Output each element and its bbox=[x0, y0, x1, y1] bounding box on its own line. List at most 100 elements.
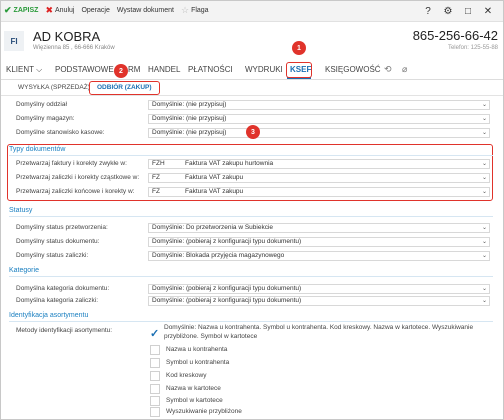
document-status-select[interactable]: Domyślnie: (pobieraj z konfiguracji typu… bbox=[148, 237, 490, 247]
callout-badge-1: 1 bbox=[292, 41, 306, 55]
history-icon[interactable]: ⟲ bbox=[384, 64, 392, 75]
default-branch-label: Domyślny oddział bbox=[16, 101, 67, 108]
chevron-down-icon: ⌄ bbox=[481, 286, 487, 292]
section-divider bbox=[9, 155, 493, 156]
advance-status-select[interactable]: Domyślnie: Blokada przyjęcia magazynoweg… bbox=[148, 251, 490, 261]
close-icon: ✖ bbox=[45, 5, 53, 15]
document-category-label: Domyślna kategoria dokumentu: bbox=[16, 285, 110, 292]
chevron-down-icon: ⌄ bbox=[481, 116, 487, 122]
invoices-process-label: Przetwarzaj faktury i korekty zwykłe w: bbox=[16, 160, 127, 167]
partial-advances-select[interactable]: FZ Faktura VAT zakupu ⌄ bbox=[148, 173, 490, 183]
subtab-sales[interactable]: WYSYŁKA (SPRZEDAŻ) bbox=[18, 84, 90, 91]
attachment-icon[interactable]: ⌀ bbox=[402, 64, 407, 75]
tab-podstawowe[interactable]: PODSTAWOWE bbox=[55, 65, 114, 74]
chevron-down-icon: ⌄ bbox=[481, 175, 487, 181]
section-identification: Identyfikacja asortymentu bbox=[9, 312, 89, 319]
tab-ksiegowosc[interactable]: KSIĘGOWOŚĆ bbox=[325, 65, 381, 74]
checkbox[interactable] bbox=[150, 395, 160, 406]
tab-klient-label: KLIENT bbox=[6, 65, 34, 74]
section-divider bbox=[9, 321, 493, 322]
contractor-header: FI AD KOBRA Więzienna 85 , 66-666 Kraków… bbox=[0, 22, 504, 60]
tab-rm[interactable]: RM bbox=[128, 65, 140, 74]
checkbox[interactable] bbox=[150, 406, 160, 417]
doc-type-code: FZH bbox=[152, 160, 165, 167]
option-row[interactable]: Symbol w kartotece bbox=[150, 395, 223, 406]
advance-category-select[interactable]: Domyślnie: (pobieraj z konfiguracji typu… bbox=[148, 296, 490, 306]
close-window-icon[interactable]: ✕ bbox=[478, 6, 498, 17]
processing-status-label: Domyślny status przetworzenia: bbox=[16, 224, 108, 231]
advance-status-value: Domyślnie: Blokada przyjęcia magazynoweg… bbox=[152, 252, 285, 259]
default-branch-select[interactable]: Domyślnie: (nie przypisuj) ⌄ bbox=[148, 100, 490, 110]
settings-icon[interactable]: ⚙ bbox=[438, 6, 458, 17]
advance-category-label: Domyślna kategoria zaliczki: bbox=[16, 297, 99, 304]
default-warehouse-select[interactable]: Domyślnie: (nie przypisuj) ⌄ bbox=[148, 114, 490, 124]
final-advances-label: Przetwarzaj zaliczki końcowe i korekty w… bbox=[16, 188, 135, 195]
save-label: ZAPISZ bbox=[13, 7, 39, 14]
document-category-select[interactable]: Domyślnie: (pobieraj z konfiguracji typu… bbox=[148, 284, 490, 294]
invoices-process-select[interactable]: FZH Faktura VAT zakupu hurtownia ⌄ bbox=[148, 159, 490, 169]
option-label: Kod kreskowy bbox=[166, 372, 207, 379]
chevron-down-icon: ⌄ bbox=[481, 189, 487, 195]
company-name: AD KOBRA bbox=[33, 29, 101, 44]
company-nip: 865-256-66-42 bbox=[412, 28, 498, 43]
chevron-down-icon: ⌄ bbox=[481, 225, 487, 231]
option-row[interactable]: Nazwa u kontrahenta bbox=[150, 344, 227, 355]
doc-type-code: FZ bbox=[152, 174, 160, 181]
tab-handel[interactable]: HANDEL bbox=[148, 65, 180, 74]
company-address: Więzienna 85 , 66-666 Kraków bbox=[33, 45, 115, 51]
highlight-purchase-tab bbox=[89, 81, 160, 95]
issue-document-label: Wystaw dokument bbox=[116, 7, 174, 14]
company-telephone: Telefon: 125-55-88 bbox=[447, 45, 498, 51]
option-label: Nazwa w kartotece bbox=[166, 385, 221, 392]
advance-status-label: Domyślny status zaliczki: bbox=[16, 252, 89, 259]
maximize-icon[interactable]: □ bbox=[458, 6, 478, 17]
option-row[interactable]: Wyszukiwanie przybliżone bbox=[150, 406, 242, 417]
highlight-ksef-tab bbox=[286, 62, 312, 78]
callout-badge-2: 2 bbox=[114, 64, 128, 78]
checkmark-icon: ✔ bbox=[4, 5, 12, 15]
checkbox[interactable] bbox=[150, 344, 160, 355]
option-row[interactable]: Symbol u kontrahenta bbox=[150, 357, 229, 368]
cancel-label: Anuluj bbox=[54, 7, 75, 14]
operations-label: Operacje bbox=[81, 7, 110, 14]
star-icon: ☆ bbox=[180, 5, 190, 15]
save-button[interactable]: ✔ ZAPISZ bbox=[4, 6, 38, 15]
section-statuses: Statusy bbox=[9, 207, 33, 214]
default-cash-station-label: Domyślne stanowisko kasowe: bbox=[16, 129, 105, 136]
default-cash-station-select[interactable]: Domyślnie: (nie przypisuj) ⌄ bbox=[148, 128, 490, 138]
doc-type-name: Faktura VAT zakupu hurtownia bbox=[185, 160, 274, 167]
advance-category-value: Domyślnie: (pobieraj z konfiguracji typu… bbox=[152, 297, 302, 304]
cancel-button[interactable]: ✖ Anuluj bbox=[45, 6, 74, 15]
checkbox[interactable] bbox=[150, 383, 160, 394]
checkmark-icon[interactable]: ✓ bbox=[150, 327, 159, 340]
operations-menu[interactable]: Operacje bbox=[81, 7, 109, 14]
chevron-down-icon: ⌄ bbox=[481, 253, 487, 259]
identification-methods-label: Metody identyfikacji asortymentu: bbox=[16, 327, 113, 334]
final-advances-select[interactable]: FZ Faktura VAT zakupu ⌄ bbox=[148, 187, 490, 197]
tab-platnosci[interactable]: PŁATNOŚCI bbox=[188, 65, 233, 74]
chevron-down-icon: ⌄ bbox=[481, 161, 487, 167]
partial-advances-label: Przetwarzaj zaliczki i korekty cząstkowe… bbox=[16, 174, 140, 181]
tab-klient[interactable]: KLIENT ⌵ bbox=[6, 65, 42, 75]
help-icon[interactable]: ? bbox=[418, 6, 438, 17]
flag-button[interactable]: ☆ Flaga bbox=[181, 6, 209, 15]
callout-badge-3: 3 bbox=[246, 125, 260, 139]
section-document-types: Typy dokumentów bbox=[9, 146, 66, 153]
toolbar: ✔ ZAPISZ ✖ Anuluj Operacje Wystaw dokume… bbox=[0, 0, 504, 22]
default-warehouse-label: Domyślny magazyn: bbox=[16, 115, 75, 122]
processing-status-select[interactable]: Domyślnie: Do przetworzenia w Subiekcie ⌄ bbox=[148, 223, 490, 233]
chevron-down-icon: ⌄ bbox=[481, 239, 487, 245]
ksef-subtabs: WYSYŁKA (SPRZEDAŻ) ODBIÓR (ZAKUP) bbox=[0, 80, 504, 96]
chevron-down-icon: ⌄ bbox=[481, 298, 487, 304]
nav-tabs: KLIENT ⌵ PODSTAWOWE RM HANDEL PŁATNOŚCI … bbox=[0, 60, 504, 80]
option-row[interactable]: Kod kreskowy bbox=[150, 370, 206, 381]
tab-wydruki[interactable]: WYDRUKI bbox=[245, 65, 283, 74]
checkbox[interactable] bbox=[150, 370, 160, 381]
option-row[interactable]: Nazwa w kartotece bbox=[150, 383, 221, 394]
document-category-value: Domyślnie: (pobieraj z konfiguracji typu… bbox=[152, 285, 302, 292]
doc-type-code: FZ bbox=[152, 188, 160, 195]
identification-default-text: Domyślnie: Nazwa u kontrahenta. Symbol u… bbox=[164, 324, 474, 340]
section-categories: Kategorie bbox=[9, 267, 39, 274]
checkbox[interactable] bbox=[150, 357, 160, 368]
issue-document-button[interactable]: Wystaw dokument bbox=[117, 7, 174, 14]
